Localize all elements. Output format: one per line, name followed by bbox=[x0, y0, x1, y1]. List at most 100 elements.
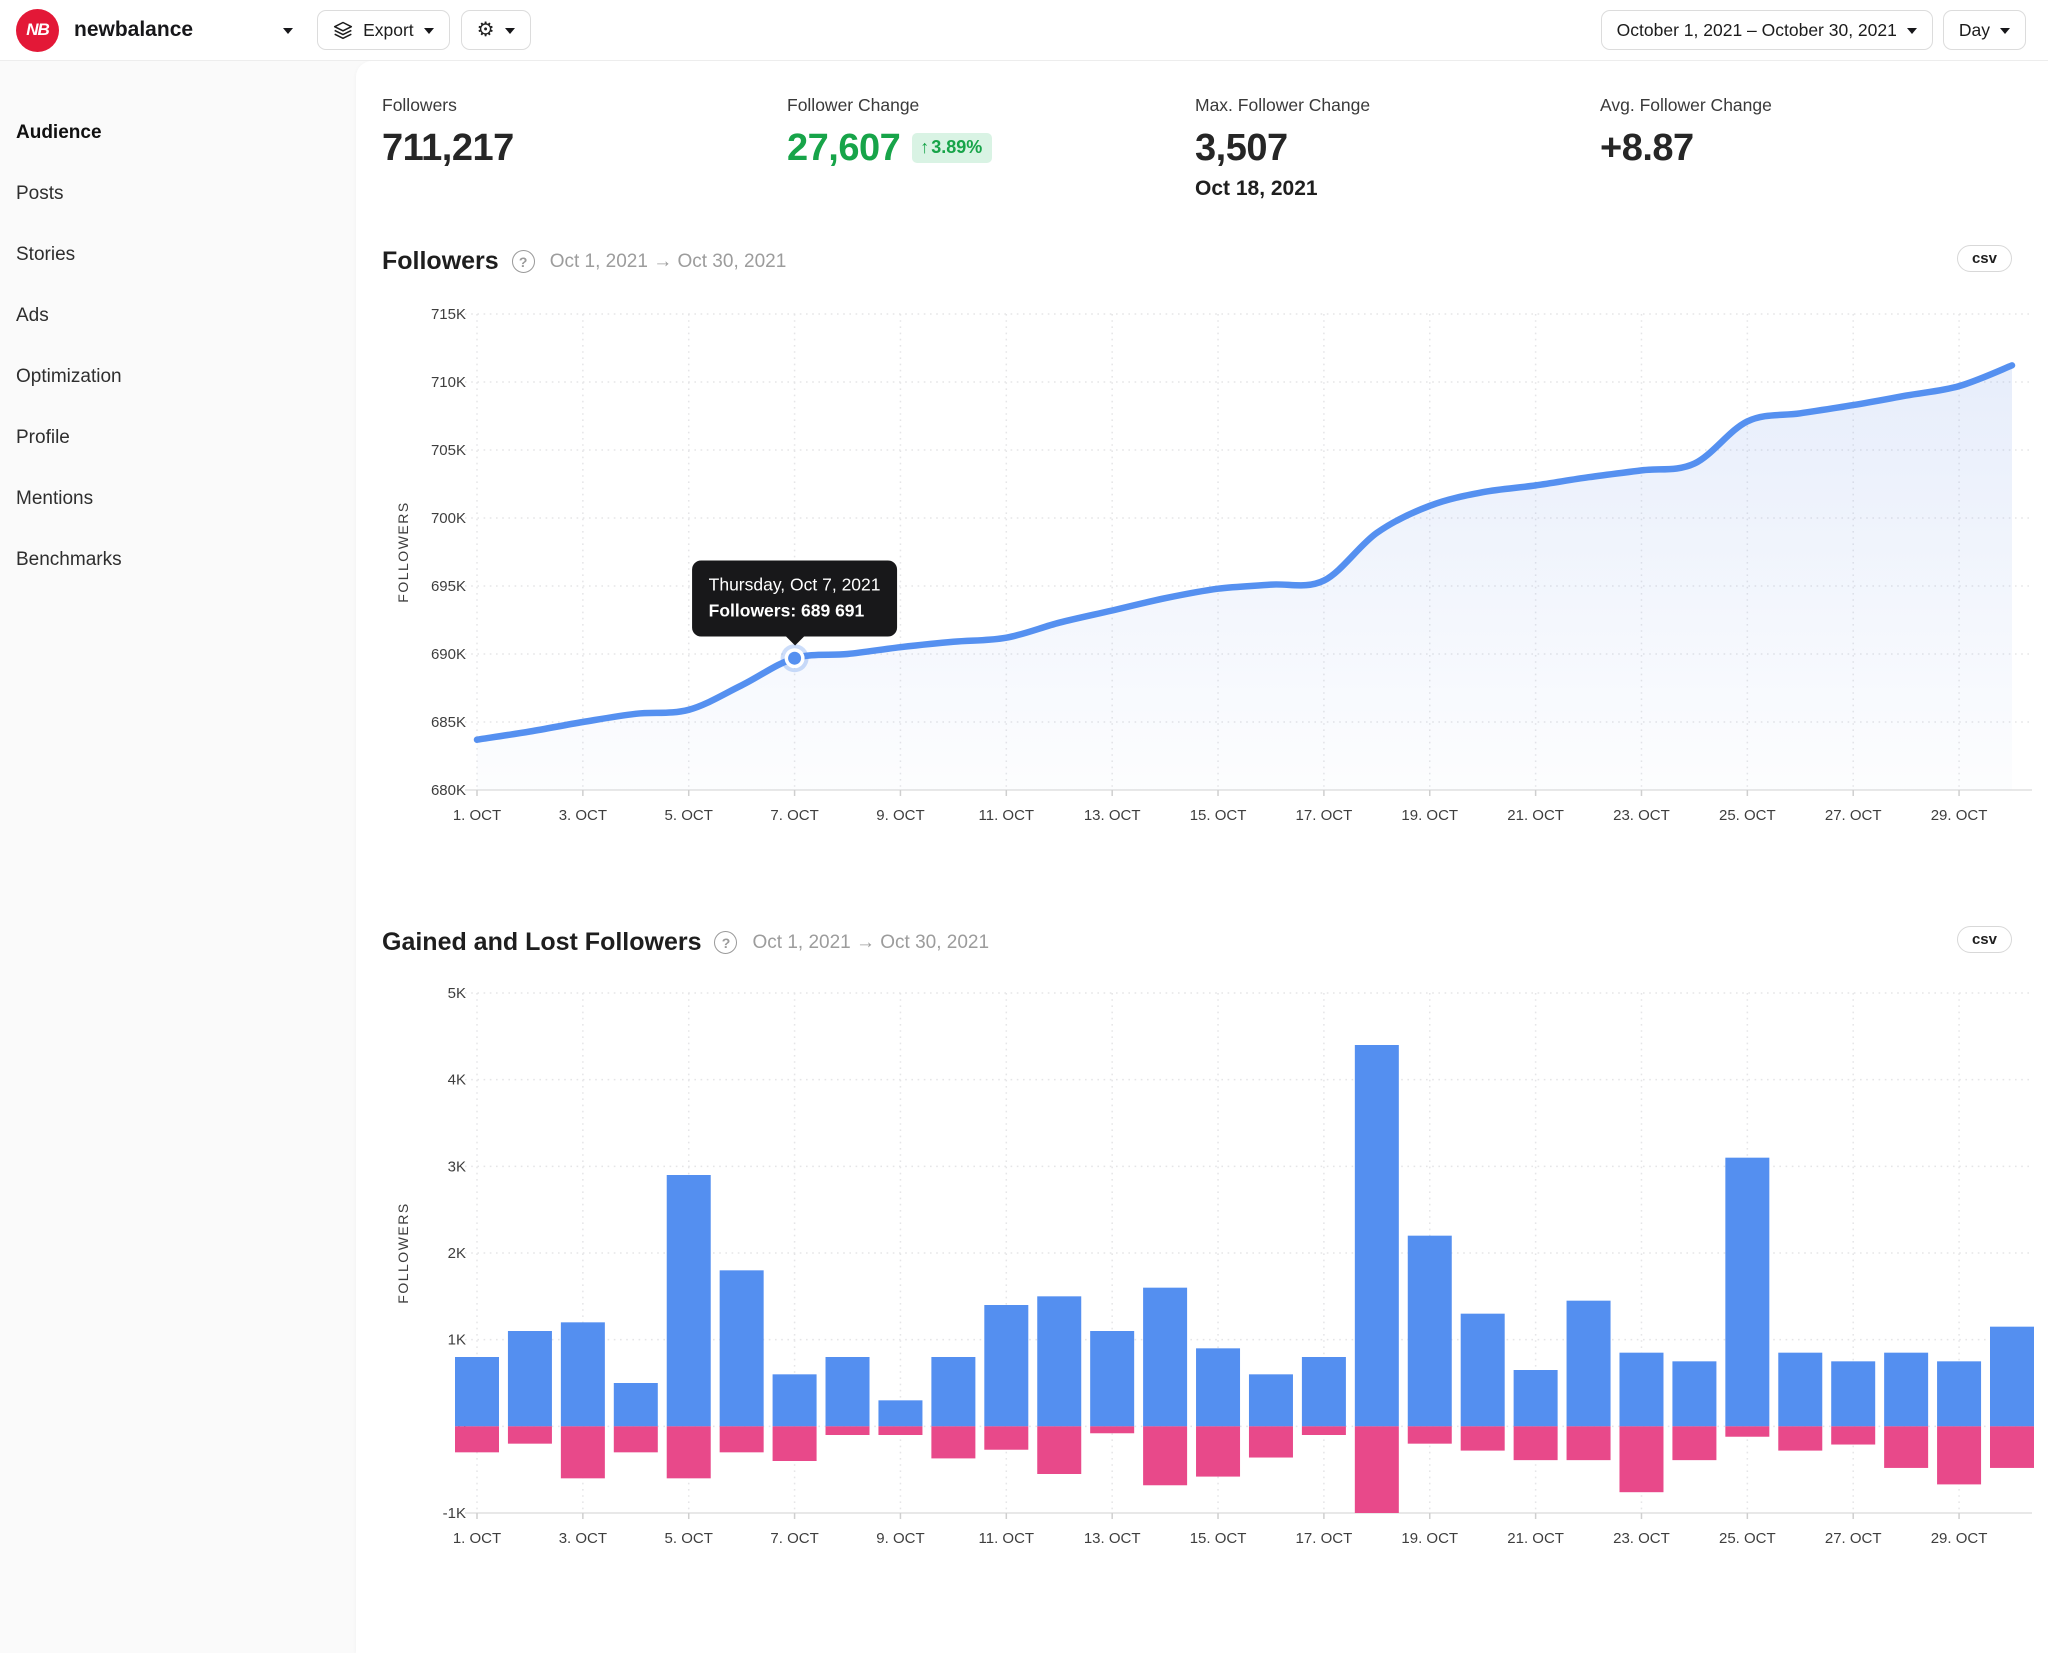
svg-text:7. OCT: 7. OCT bbox=[770, 807, 818, 824]
settings-button[interactable]: ⚙ bbox=[460, 10, 531, 50]
export-button[interactable]: Export bbox=[317, 10, 450, 50]
chevron-down-icon bbox=[423, 28, 434, 34]
sidebar-item-optimization[interactable]: Optimization bbox=[16, 357, 356, 397]
svg-text:5. OCT: 5. OCT bbox=[665, 1530, 713, 1547]
svg-text:3K: 3K bbox=[448, 1158, 466, 1175]
svg-text:21. OCT: 21. OCT bbox=[1507, 1530, 1564, 1547]
line-chart-svg[interactable]: 715K 710K 705K 700K 695K 690K 685K 680K 1. OCT 3.… bbox=[382, 292, 2044, 844]
svg-text:13. OCT: 13. OCT bbox=[1084, 807, 1141, 824]
section-title: Gained and Lost Followers bbox=[382, 928, 702, 956]
svg-text:19. OCT: 19. OCT bbox=[1401, 807, 1458, 824]
svg-text:19. OCT: 19. OCT bbox=[1401, 1530, 1458, 1547]
svg-text:29. OCT: 29. OCT bbox=[1931, 807, 1988, 824]
gained-lost-bar-chart[interactable]: 5K4K3K2K1K0-1K1. OCT3. OCT5. OCT7. OCT9.… bbox=[382, 973, 2048, 1573]
svg-text:680K: 680K bbox=[431, 782, 466, 799]
svg-text:23. OCT: 23. OCT bbox=[1613, 1530, 1670, 1547]
svg-text:11. OCT: 11. OCT bbox=[979, 807, 1035, 824]
bar-chart-svg[interactable]: 5K4K3K2K1K0-1K1. OCT3. OCT5. OCT7. OCT9.… bbox=[382, 973, 2044, 1573]
help-icon[interactable]: ? bbox=[511, 250, 535, 273]
stat-label: Followers bbox=[382, 95, 457, 115]
stats-row: Followers 711,217 Follower Change 27,607… bbox=[382, 95, 2048, 201]
account-name: newbalance bbox=[74, 18, 194, 41]
logo-text: NB bbox=[26, 20, 50, 39]
svg-text:4K: 4K bbox=[448, 1072, 466, 1089]
stat-value: +8.87 bbox=[1600, 127, 1694, 169]
sidebar-item-stories[interactable]: Stories bbox=[16, 235, 356, 275]
svg-text:7. OCT: 7. OCT bbox=[770, 1530, 818, 1547]
stat-date: Oct 18, 2021 bbox=[1195, 177, 1318, 200]
svg-text:9. OCT: 9. OCT bbox=[876, 1530, 924, 1547]
stat-max-change: Max. Follower Change 3,507 Oct 18, 2021 bbox=[1195, 95, 1600, 201]
sidebar-item-ads[interactable]: Ads bbox=[16, 296, 356, 336]
svg-text:3. OCT: 3. OCT bbox=[559, 1530, 607, 1547]
svg-text:15. OCT: 15. OCT bbox=[1190, 807, 1247, 824]
section-title: Followers bbox=[382, 247, 499, 275]
stat-avg-change: Avg. Follower Change +8.87 bbox=[1600, 95, 2048, 201]
section-date-range: Oct 1, 2021 → Oct 30, 2021 bbox=[752, 931, 990, 953]
app: NB newbalance Export ⚙ October 1, 2021 –… bbox=[0, 0, 2048, 1653]
main-panel: Followers 711,217 Follower Change 27,607… bbox=[356, 61, 2048, 1653]
svg-text:5K: 5K bbox=[448, 985, 466, 1002]
newbalance-logo: NB bbox=[16, 8, 59, 52]
csv-button[interactable]: csv bbox=[1956, 245, 2012, 272]
svg-text:695K: 695K bbox=[431, 578, 466, 595]
stat-label: Avg. Follower Change bbox=[1600, 95, 1772, 115]
csv-button[interactable]: csv bbox=[1956, 926, 2012, 953]
svg-text:-1K: -1K bbox=[443, 1505, 466, 1522]
svg-text:710K: 710K bbox=[431, 374, 466, 391]
svg-text:1. OCT: 1. OCT bbox=[453, 1530, 501, 1547]
svg-text:25. OCT: 25. OCT bbox=[1719, 807, 1776, 824]
chevron-down-icon bbox=[504, 28, 515, 34]
gear-icon: ⚙ bbox=[476, 19, 495, 41]
svg-text:11. OCT: 11. OCT bbox=[979, 1530, 1035, 1547]
export-label: Export bbox=[363, 19, 414, 40]
svg-text:FOLLOWERS: FOLLOWERS bbox=[395, 501, 411, 602]
svg-text:9. OCT: 9. OCT bbox=[876, 807, 924, 824]
stat-value: 711,217 bbox=[382, 127, 514, 169]
sidebar-item-audience[interactable]: Audience bbox=[16, 113, 356, 153]
granularity-button[interactable]: Day bbox=[1942, 10, 2026, 50]
change-percent-badge: ↑ 3.89% bbox=[912, 133, 993, 163]
svg-text:5. OCT: 5. OCT bbox=[665, 807, 713, 824]
chevron-down-icon bbox=[1906, 28, 1917, 34]
stat-label: Max. Follower Change bbox=[1195, 95, 1371, 115]
sidebar-item-benchmarks[interactable]: Benchmarks bbox=[16, 540, 356, 580]
stat-value: 3,507 bbox=[1195, 127, 1288, 169]
app-body: Audience Posts Stories Ads Optimization … bbox=[0, 61, 2048, 1653]
stat-label: Follower Change bbox=[787, 95, 920, 115]
stat-value: 27,607 ↑ 3.89% bbox=[787, 127, 1195, 170]
sidebar: Audience Posts Stories Ads Optimization … bbox=[0, 61, 356, 1653]
svg-text:1K: 1K bbox=[448, 1332, 466, 1349]
help-icon[interactable]: ? bbox=[714, 931, 738, 954]
svg-text:700K: 700K bbox=[431, 510, 466, 527]
sidebar-item-mentions[interactable]: Mentions bbox=[16, 479, 356, 519]
section-date-range: Oct 1, 2021 → Oct 30, 2021 bbox=[549, 250, 787, 272]
date-range-button[interactable]: October 1, 2021 – October 30, 2021 bbox=[1600, 10, 1933, 50]
gained-lost-section-header: Gained and Lost Followers ? Oct 1, 2021 … bbox=[382, 926, 2048, 957]
svg-text:1. OCT: 1. OCT bbox=[453, 807, 501, 824]
granularity-label: Day bbox=[1958, 19, 1990, 40]
export-layers-icon bbox=[333, 21, 353, 40]
svg-text:705K: 705K bbox=[431, 442, 466, 459]
svg-text:27. OCT: 27. OCT bbox=[1825, 1530, 1882, 1547]
svg-text:685K: 685K bbox=[431, 714, 466, 731]
sidebar-item-profile[interactable]: Profile bbox=[16, 418, 356, 458]
stat-follower-change: Follower Change 27,607 ↑ 3.89% bbox=[787, 95, 1195, 201]
svg-text:25. OCT: 25. OCT bbox=[1719, 1530, 1776, 1547]
followers-section-header: Followers ? Oct 1, 2021 → Oct 30, 2021 c… bbox=[382, 245, 2048, 276]
sidebar-item-posts[interactable]: Posts bbox=[16, 174, 356, 214]
chevron-down-icon[interactable] bbox=[283, 28, 294, 34]
account-switcher[interactable]: NB newbalance bbox=[16, 8, 294, 52]
topbar: NB newbalance Export ⚙ October 1, 2021 –… bbox=[0, 0, 2048, 61]
date-range-label: October 1, 2021 – October 30, 2021 bbox=[1616, 19, 1897, 40]
svg-text:3. OCT: 3. OCT bbox=[559, 807, 607, 824]
chevron-down-icon bbox=[2000, 28, 2010, 34]
stat-followers: Followers 711,217 bbox=[382, 95, 787, 201]
svg-text:17. OCT: 17. OCT bbox=[1296, 1530, 1353, 1547]
up-arrow-icon: ↑ bbox=[920, 137, 930, 157]
followers-line-chart[interactable]: 715K 710K 705K 700K 695K 690K 685K 680K 1. OCT 3.… bbox=[382, 292, 2048, 844]
svg-text:15. OCT: 15. OCT bbox=[1190, 1530, 1247, 1547]
svg-text:2K: 2K bbox=[448, 1245, 466, 1262]
svg-text:FOLLOWERS: FOLLOWERS bbox=[395, 1202, 411, 1303]
change-value: 27,607 bbox=[787, 127, 901, 169]
